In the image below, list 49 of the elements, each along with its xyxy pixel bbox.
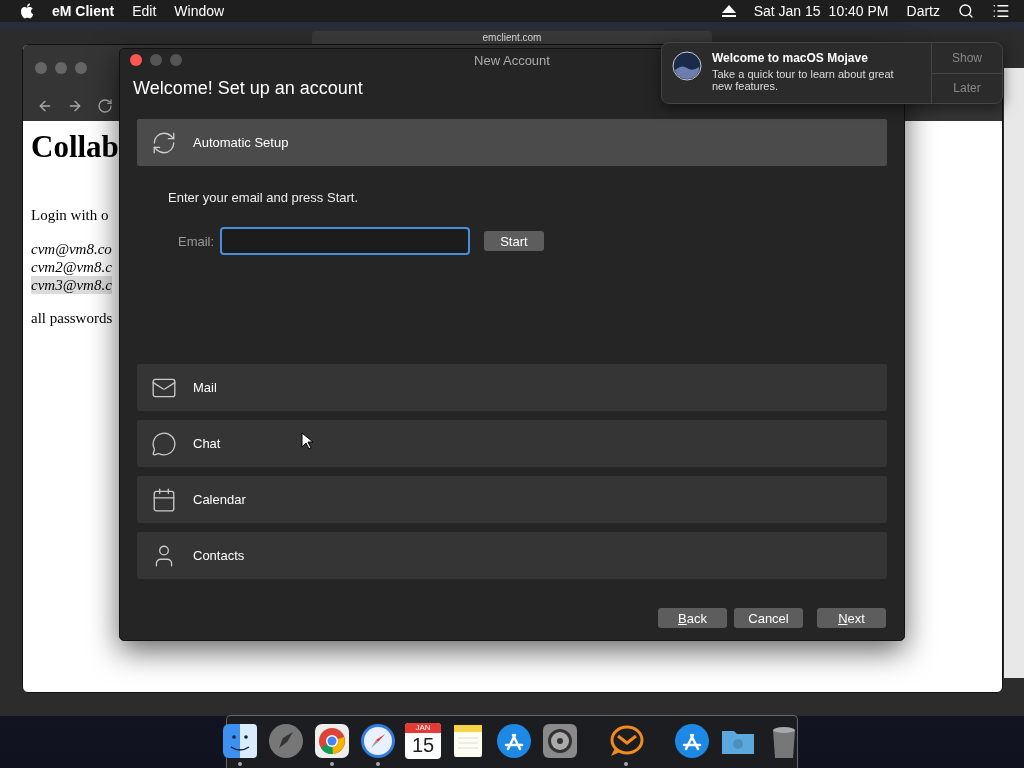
dialog-button[interactable]: Next	[817, 608, 886, 628]
compass-icon[interactable]	[359, 722, 397, 760]
finder-icon[interactable]	[221, 722, 259, 760]
email-label: Email:	[178, 233, 215, 249]
list-icon[interactable]	[992, 2, 1010, 20]
speech-bubble-icon	[151, 430, 177, 457]
menu-item[interactable]: Edit	[132, 3, 157, 19]
dialog-button[interactable]: Back	[658, 608, 727, 628]
dialog-heading: Welcome! Set up an account	[133, 78, 363, 99]
calendar-app-icon[interactable]: JAN 15	[405, 723, 441, 759]
start-button[interactable]: Start	[484, 231, 544, 251]
page-heading: Collab	[31, 129, 119, 165]
menu-clock[interactable]: 10:40 PM	[828, 3, 889, 19]
app-store-icon[interactable]	[495, 722, 533, 760]
account-type-row[interactable]: Mail	[137, 364, 887, 411]
address-bar[interactable]: emclient.com	[312, 31, 712, 44]
forward-arrow-icon[interactable]	[67, 98, 83, 114]
cursor-icon	[301, 432, 313, 450]
calendar-icon	[151, 486, 177, 513]
notification-body: Take a quick tour to learn about great new features.	[712, 68, 895, 92]
account-type-row[interactable]: Calendar	[137, 476, 887, 523]
menu-item[interactable]: Window	[174, 3, 225, 19]
email-address: cvm2@vm8.c	[31, 258, 112, 276]
dialog-button[interactable]: Cancel	[734, 608, 803, 628]
notification-title: Welcome to macOS Mojave	[712, 51, 869, 65]
email-field[interactable]	[220, 227, 471, 255]
chrome-icon[interactable]	[313, 722, 351, 760]
apple-icon[interactable]	[20, 3, 34, 19]
notification-action[interactable]: Later	[932, 72, 1002, 103]
email-address: cvm@vm8.co	[31, 240, 112, 258]
account-type-row[interactable]: Automatic Setup	[137, 119, 887, 166]
menu-date[interactable]: Sat Jan 15	[753, 3, 821, 19]
note-text: all passwords	[31, 310, 113, 327]
scrollbar[interactable]	[1004, 68, 1024, 678]
window-title: New Account	[474, 52, 550, 68]
app-store-icon[interactable]	[673, 722, 711, 760]
notification-action[interactable]: Show	[932, 43, 1002, 73]
mojave-icon	[672, 51, 702, 81]
close-button[interactable]	[130, 54, 142, 66]
reload-icon[interactable]	[97, 98, 113, 114]
account-type-row[interactable]: Chat	[137, 420, 887, 467]
instruction-text: Enter your email and press Start.	[168, 190, 359, 205]
eject-icon[interactable]	[721, 5, 736, 17]
user-name[interactable]: Dartz	[906, 3, 940, 19]
account-type-row[interactable]: Contacts	[137, 532, 887, 579]
intro-text: Login with o	[31, 207, 109, 224]
email-address: cvm3@vm8.c	[31, 276, 112, 294]
search-icon[interactable]	[958, 3, 974, 19]
app-menu[interactable]: eM Client	[52, 3, 115, 19]
